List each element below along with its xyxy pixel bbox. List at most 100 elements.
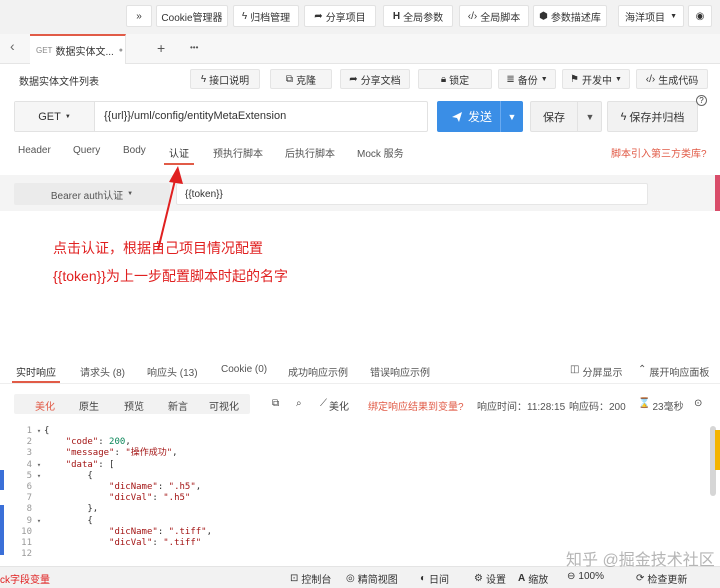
- beautify-button[interactable]: ⟋ 美化: [320, 398, 349, 413]
- split-screen-button[interactable]: ◫ 分屏显示: [570, 364, 622, 379]
- code-text: {: [44, 470, 93, 481]
- fold-toggle-icon[interactable]: ▾: [34, 471, 44, 482]
- fold-toggle-icon[interactable]: ▾: [34, 426, 44, 437]
- tab-header[interactable]: Header: [18, 145, 51, 156]
- share-project-button[interactable]: ➦ 分享项目: [304, 5, 376, 27]
- script-library-link[interactable]: 脚本引入第三方类库?: [611, 145, 707, 160]
- status-dev-button[interactable]: ⚑ 开发中 ▼: [562, 69, 630, 89]
- fold-toggle-icon[interactable]: [34, 448, 44, 459]
- project-select[interactable]: 海洋项目 ▼: [618, 5, 684, 27]
- tab-query[interactable]: Query: [73, 145, 100, 156]
- fold-toggle-icon[interactable]: ▾: [34, 516, 44, 527]
- line-number: 11: [21, 537, 32, 548]
- save-archive-button[interactable]: ϟ 保存并归档: [607, 101, 698, 132]
- tab-realtime-response[interactable]: 实时响应: [16, 364, 56, 379]
- global-params-button[interactable]: H 全局参数: [383, 5, 453, 27]
- lock-icon: 🔒︎: [440, 73, 447, 85]
- caret-down-icon: ▼: [540, 75, 548, 83]
- format-xinyan[interactable]: 新言: [168, 398, 188, 413]
- active-response-tab-indicator: [12, 381, 60, 383]
- tab-error-example[interactable]: 错误响应示例: [370, 364, 430, 379]
- update-icon: ⟳: [636, 573, 645, 584]
- tab-back-icon[interactable]: ‹: [10, 38, 15, 54]
- tab-request-headers[interactable]: 请求头 (8): [80, 364, 125, 379]
- code-line: 4 ▾ "data": [: [14, 460, 714, 471]
- token-input[interactable]: {{token}}: [176, 183, 648, 205]
- fold-toggle-icon[interactable]: [34, 549, 44, 556]
- fold-toggle-icon[interactable]: [34, 504, 44, 515]
- console-button[interactable]: ⊡ 控制台: [290, 571, 331, 586]
- tab-cookie[interactable]: Cookie (0): [221, 364, 267, 375]
- tab-response-headers[interactable]: 响应头 (13): [147, 364, 198, 379]
- settings-button[interactable]: ⚙ 设置: [474, 571, 506, 586]
- save-options-button[interactable]: ▼: [577, 101, 602, 132]
- code-line: 2 "code": 200,: [14, 437, 714, 448]
- format-preview[interactable]: 预览: [124, 398, 144, 413]
- response-code-viewer[interactable]: 1 ▾{2 "code": 200, 3 "message": "操作成功", 4 ▾ …: [14, 426, 714, 556]
- send-options-button[interactable]: ▼: [500, 101, 523, 132]
- more-tabs-button[interactable]: •••: [190, 43, 198, 52]
- code-text: "dicVal": ".tiff": [109, 537, 202, 548]
- tab-body[interactable]: Body: [123, 145, 146, 156]
- tab-mock[interactable]: Mock 服务: [357, 145, 404, 160]
- caret-down-icon: ▼: [585, 111, 595, 122]
- tab-entity-meta[interactable]: GET 数据实体文... ●: [30, 34, 126, 64]
- clone-button[interactable]: ⧉ 克隆: [270, 69, 332, 89]
- tab-post-script[interactable]: 后执行脚本: [285, 145, 335, 160]
- generate-code-button[interactable]: ‹/› 生成代码: [636, 69, 708, 89]
- cookie-manager-button[interactable]: Cookie管理器: [156, 5, 228, 27]
- chevron-up-icon: ⌃: [638, 364, 647, 375]
- line-number: 4: [26, 459, 32, 470]
- expand-panel-button[interactable]: ⌃ 展开响应面板: [638, 364, 709, 379]
- code-text: "code": 200,: [65, 437, 131, 448]
- url-input[interactable]: {{url}}/uml/config/entityMetaExtension: [104, 110, 286, 122]
- day-mode-button[interactable]: ◐ 日间: [420, 571, 449, 586]
- cookie-manager-label: Cookie管理器: [161, 12, 223, 24]
- caret-down-icon: ▼: [127, 191, 134, 197]
- fold-toggle-icon[interactable]: [34, 437, 44, 448]
- copy-icon[interactable]: ⧉: [272, 398, 279, 409]
- fold-toggle-icon[interactable]: ▾: [34, 460, 44, 471]
- method-select[interactable]: GET ▼: [15, 102, 95, 131]
- code-text: {: [44, 426, 50, 436]
- format-raw[interactable]: 原生: [79, 398, 99, 413]
- lock-button[interactable]: 🔒︎ 锁定: [418, 69, 492, 89]
- tab-auth[interactable]: 认证: [169, 145, 189, 160]
- zoom-button[interactable]: A 缩放: [518, 571, 548, 586]
- global-script-button[interactable]: ‹/› 全局脚本: [459, 5, 529, 27]
- compact-view-button[interactable]: ◎ 精简视图: [346, 571, 398, 586]
- fold-toggle-icon[interactable]: [34, 538, 44, 549]
- backup-button[interactable]: ≣ 备份 ▼: [498, 69, 556, 89]
- add-tab-button[interactable]: +: [157, 40, 165, 56]
- code-text: "data": [: [65, 459, 115, 470]
- help-icon[interactable]: ?: [696, 95, 707, 106]
- left-edge-strip: [0, 470, 4, 490]
- tab-pre-script[interactable]: 预执行脚本: [213, 145, 263, 160]
- db-icon: ≣: [506, 73, 515, 85]
- options-icon[interactable]: ⊙: [694, 398, 702, 409]
- right-edge-strip: [715, 175, 720, 211]
- share-doc-button[interactable]: ➦ 分享文档: [340, 69, 410, 89]
- bind-result-link[interactable]: 绑定响应结果到变量?: [368, 398, 464, 413]
- tab-success-example[interactable]: 成功响应示例: [288, 364, 348, 379]
- format-pretty[interactable]: 美化: [35, 398, 55, 413]
- format-visual[interactable]: 可视化: [209, 398, 239, 413]
- param-desc-library-button[interactable]: ⬢ 参数描述库: [533, 5, 607, 27]
- cube-icon: ⬢: [539, 10, 548, 22]
- fold-toggle-icon[interactable]: [34, 493, 44, 504]
- eye-button[interactable]: ◉: [688, 5, 712, 27]
- check-update-button[interactable]: ⟳ 检查更新: [636, 571, 687, 586]
- tab-unsaved-dot-icon[interactable]: ●: [119, 47, 123, 54]
- fold-toggle-icon[interactable]: [34, 527, 44, 538]
- api-doc-button[interactable]: ϟ 接口说明: [190, 69, 260, 89]
- expand-toolbar-button[interactable]: »: [126, 5, 152, 27]
- auth-type-select[interactable]: Bearer auth认证 ▼: [14, 183, 170, 205]
- zoom-level[interactable]: ⊖ 100%: [567, 571, 604, 582]
- status-left-text: ck字段变量: [0, 575, 50, 586]
- archive-manage-button[interactable]: ϟ 归档管理: [233, 5, 299, 27]
- code-line: 3 "message": "操作成功",: [14, 448, 714, 459]
- search-icon[interactable]: ⌕: [296, 398, 302, 409]
- day-icon: ◐: [420, 573, 427, 584]
- code-text: "dicVal": ".h5": [109, 493, 191, 504]
- fold-toggle-icon[interactable]: [34, 482, 44, 493]
